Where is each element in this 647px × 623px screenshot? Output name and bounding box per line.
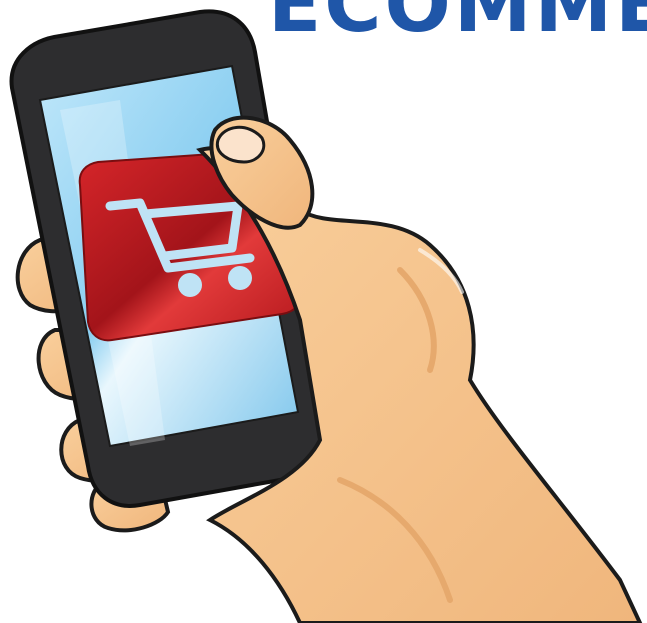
cart-wheel-left — [178, 273, 202, 297]
cart-wheel-right — [228, 266, 252, 290]
thumbnail — [215, 125, 266, 164]
scene: ECOMMER — [0, 0, 647, 623]
hand-holding-phone-illustration — [9, 9, 643, 623]
